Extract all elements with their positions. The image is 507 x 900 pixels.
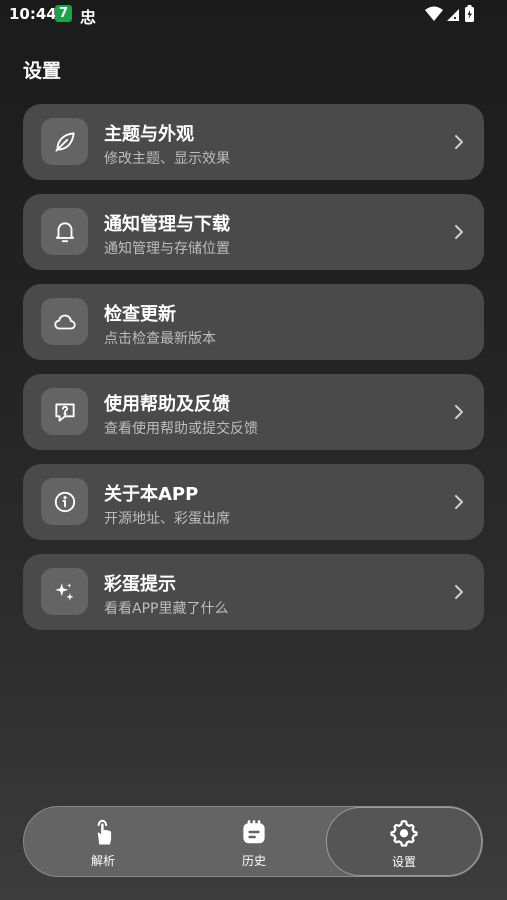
wifi-icon	[425, 6, 443, 21]
help-chat-icon	[41, 388, 88, 435]
settings-item-about[interactable]: 关于本APP 开源地址、彩蛋出席	[23, 464, 484, 540]
bell-icon	[41, 208, 88, 255]
gear-icon	[390, 820, 418, 847]
settings-item-easter-egg[interactable]: 彩蛋提示 看看APP里藏了什么	[23, 554, 484, 630]
settings-item-subtitle: 修改主题、显示效果	[104, 151, 230, 167]
chevron-right-icon	[455, 495, 463, 509]
cloud-icon	[41, 298, 88, 345]
tap-icon	[97, 819, 112, 845]
settings-item-title: 通知管理与下载	[104, 214, 230, 235]
notification-app-icon: 忠	[80, 8, 97, 27]
settings-item-title: 彩蛋提示	[104, 574, 176, 595]
info-icon	[41, 478, 88, 525]
signal-icon	[447, 9, 459, 21]
status-time: 10:44	[9, 5, 57, 23]
settings-item-notifications[interactable]: 通知管理与下载 通知管理与存储位置	[23, 194, 484, 270]
battery-charging-icon	[465, 5, 474, 22]
settings-item-subtitle: 点击检查最新版本	[104, 331, 216, 347]
sparkle-icon	[41, 568, 88, 615]
settings-item-title: 检查更新	[104, 304, 176, 325]
settings-item-subtitle: 开源地址、彩蛋出席	[104, 511, 230, 527]
nav-tab-history[interactable]: 历史	[184, 807, 324, 876]
settings-item-title: 主题与外观	[104, 124, 194, 145]
settings-item-help-feedback[interactable]: 使用帮助及反馈 查看使用帮助或提交反馈	[23, 374, 484, 450]
status-bar: 10:44 7 忠	[0, 0, 507, 28]
nav-tab-label: 设置	[391, 855, 416, 869]
nav-tab-label: 解析	[90, 854, 115, 868]
nav-tab-parse[interactable]: 解析	[33, 807, 173, 876]
chevron-right-icon	[455, 585, 463, 599]
nav-tab-settings[interactable]: 设置	[326, 807, 482, 876]
settings-item-check-update[interactable]: 检查更新 点击检查最新版本	[23, 284, 484, 360]
settings-item-theme[interactable]: 主题与外观 修改主题、显示效果	[23, 104, 484, 180]
nav-tab-label: 历史	[241, 854, 266, 868]
chevron-right-icon	[455, 225, 463, 239]
settings-item-subtitle: 查看使用帮助或提交反馈	[104, 421, 258, 437]
history-icon	[243, 820, 265, 844]
bottom-navigation: 解析 历史 设置	[23, 806, 483, 877]
leaf-icon	[41, 118, 88, 165]
chevron-right-icon	[455, 405, 463, 419]
settings-item-subtitle: 通知管理与存储位置	[104, 241, 230, 257]
settings-item-title: 使用帮助及反馈	[104, 394, 230, 415]
status-icons	[425, 5, 474, 22]
notification-badge: 7	[55, 5, 72, 22]
page-title: 设置	[23, 60, 62, 82]
settings-item-subtitle: 看看APP里藏了什么	[104, 601, 229, 617]
chevron-right-icon	[455, 135, 463, 149]
settings-item-title: 关于本APP	[104, 484, 199, 505]
